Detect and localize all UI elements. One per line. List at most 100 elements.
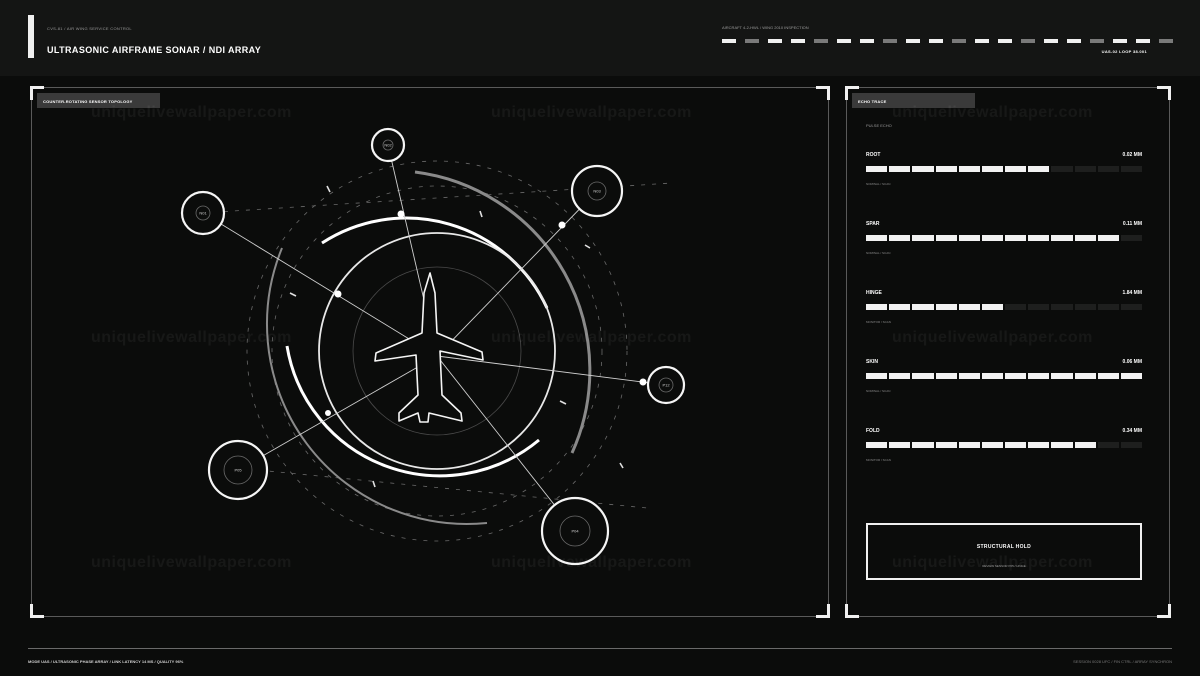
header-accent-bar [28, 15, 34, 58]
metric-bar-segment [1005, 373, 1027, 379]
metric-bar-segment [1074, 235, 1096, 241]
ticker-segment [1136, 39, 1150, 43]
metric-note: MONITOR / SCAN [866, 320, 891, 324]
ticker-segment [814, 39, 828, 43]
ticker-segment [1113, 39, 1127, 43]
metric-bar-segment [1005, 304, 1027, 310]
metric-bar-segment [1028, 235, 1050, 241]
metric-bar-segment [958, 442, 980, 448]
metric-bar-segment [912, 166, 934, 172]
metric-value: 0.34 MM [1122, 428, 1142, 434]
metric-bar-segment [981, 166, 1004, 172]
metric-bar-segment [958, 304, 980, 310]
page-title: ULTRASONIC AIRFRAME SONAR / NDI ARRAY [47, 45, 262, 55]
sensor-node[interactable]: N01 [180, 190, 226, 236]
sensor-node-label: P04 [571, 529, 579, 534]
metric-bar-segment [1051, 373, 1073, 379]
echo-trace-panel: ECHO TRACE PULSE ECHO ROOT 0.02 MM NOMINAL… [845, 86, 1171, 618]
metric-name: HINGE [866, 290, 882, 296]
metric-bar-segment [1120, 166, 1143, 172]
metric-bar [866, 373, 1143, 379]
frame-corner [1157, 86, 1171, 100]
metric-bar-segment [1051, 235, 1073, 241]
metric-bar-segment [1074, 373, 1096, 379]
metric-bar [866, 166, 1143, 172]
sensor-node[interactable]: N02 [370, 127, 406, 163]
metric-bar-segment [912, 304, 934, 310]
metric-bar-segment [1051, 442, 1073, 448]
metric-bar-segment [1028, 304, 1050, 310]
sensor-node[interactable]: P12 [646, 365, 686, 405]
sensor-node[interactable]: P05 [207, 439, 269, 501]
ticker-segment [745, 39, 759, 43]
metric-bar-segment [1051, 166, 1073, 172]
metric-note: NOMINAL / SCAN [866, 251, 891, 255]
header-subtitle: CVS-81 / AIR WING SERVICE CONTROL [47, 26, 132, 31]
metric-bar [866, 235, 1143, 241]
ticker-segment [883, 39, 897, 43]
ticker-segment [906, 39, 920, 43]
frame-corner [1157, 604, 1171, 618]
metric-bar-segment [1097, 166, 1119, 172]
ticker-segment [1090, 39, 1104, 43]
metric-bar-segment [866, 304, 888, 310]
ticker-segment [1044, 39, 1058, 43]
ticker-segment [860, 39, 874, 43]
ticker-segment [722, 39, 736, 43]
footer-divider [28, 648, 1172, 649]
metric-bar-segment [866, 373, 888, 379]
metric-value: 0.11 MM [1122, 221, 1142, 227]
sensor-topology-diagram: N01 N02 N03 P12 P04 P05 [180, 127, 686, 566]
header-bar: CVS-81 / AIR WING SERVICE CONTROL ULTRAS… [0, 0, 1200, 76]
signal-ticker [722, 39, 1173, 43]
echo-trace-tag: ECHO TRACE [852, 93, 975, 108]
metric-name: FOLD [866, 428, 880, 434]
sensor-node-label: N02 [384, 143, 392, 148]
metric-bar-segment [866, 166, 888, 172]
watermark: uniquelivewallpaper.com [892, 329, 1093, 346]
metric-bar-segment [912, 235, 934, 241]
ticker-segment [1067, 39, 1081, 43]
metric-bar-segment [1074, 442, 1096, 448]
metric-bar-segment [1005, 442, 1027, 448]
sensor-node[interactable]: N03 [570, 164, 624, 218]
aircraft-icon [374, 272, 484, 423]
metric-bar-segment [889, 166, 911, 172]
frame-corner [845, 604, 859, 618]
sensor-node[interactable]: P04 [540, 496, 610, 566]
metric-bar-segment [958, 166, 980, 172]
sensor-node-label: P12 [662, 383, 670, 388]
ticker-segment [929, 39, 943, 43]
metric-bar-segment [1097, 304, 1119, 310]
status-readout: UAS-02 LOOP 38.001 [1101, 49, 1147, 54]
footer-status: MODE UAS / ULTRASONIC PHASE ARRAY / LINK… [28, 659, 184, 664]
ticker-segment [768, 39, 782, 43]
metric-bar-segment [866, 442, 888, 448]
sensor-node-label: P05 [234, 468, 242, 473]
metric-bar-segment [935, 166, 957, 172]
metric-bar-segment [958, 235, 980, 241]
metric-name: SKIN [866, 359, 878, 365]
metric-bar-segment [1120, 235, 1143, 241]
metric-value: 1.84 MM [1122, 290, 1142, 296]
hold-title: STRUCTURAL HOLD [976, 544, 1032, 550]
metric-bar-segment [1120, 304, 1143, 310]
metric-bar [866, 442, 1143, 448]
metric-bar-segment [1074, 304, 1096, 310]
metric-bar-segment [935, 442, 957, 448]
metric-bar-segment [1005, 166, 1027, 172]
structural-hold-alert: STRUCTURAL HOLD REVIEW SENSOR P05 / HING… [866, 523, 1142, 580]
metric-bar-segment [1120, 373, 1143, 379]
metric-name: ROOT [866, 152, 881, 158]
metric-bar-segment [981, 235, 1004, 241]
metric-value: 0.06 MM [1122, 359, 1142, 365]
metric-bar-segment [1120, 442, 1143, 448]
ticker-segment [952, 39, 966, 43]
topology-panel: COUNTER-ROTATING SENSOR TOPOLOGY N01 N02… [30, 86, 830, 618]
metric-bar-segment [1005, 235, 1027, 241]
metric-bar-segment [1051, 304, 1073, 310]
metric-note: NOMINAL / SCAN [866, 389, 891, 393]
metric-bar-segment [935, 373, 957, 379]
metric-bar-segment [889, 304, 911, 310]
metric-value: 0.02 MM [1122, 152, 1142, 158]
